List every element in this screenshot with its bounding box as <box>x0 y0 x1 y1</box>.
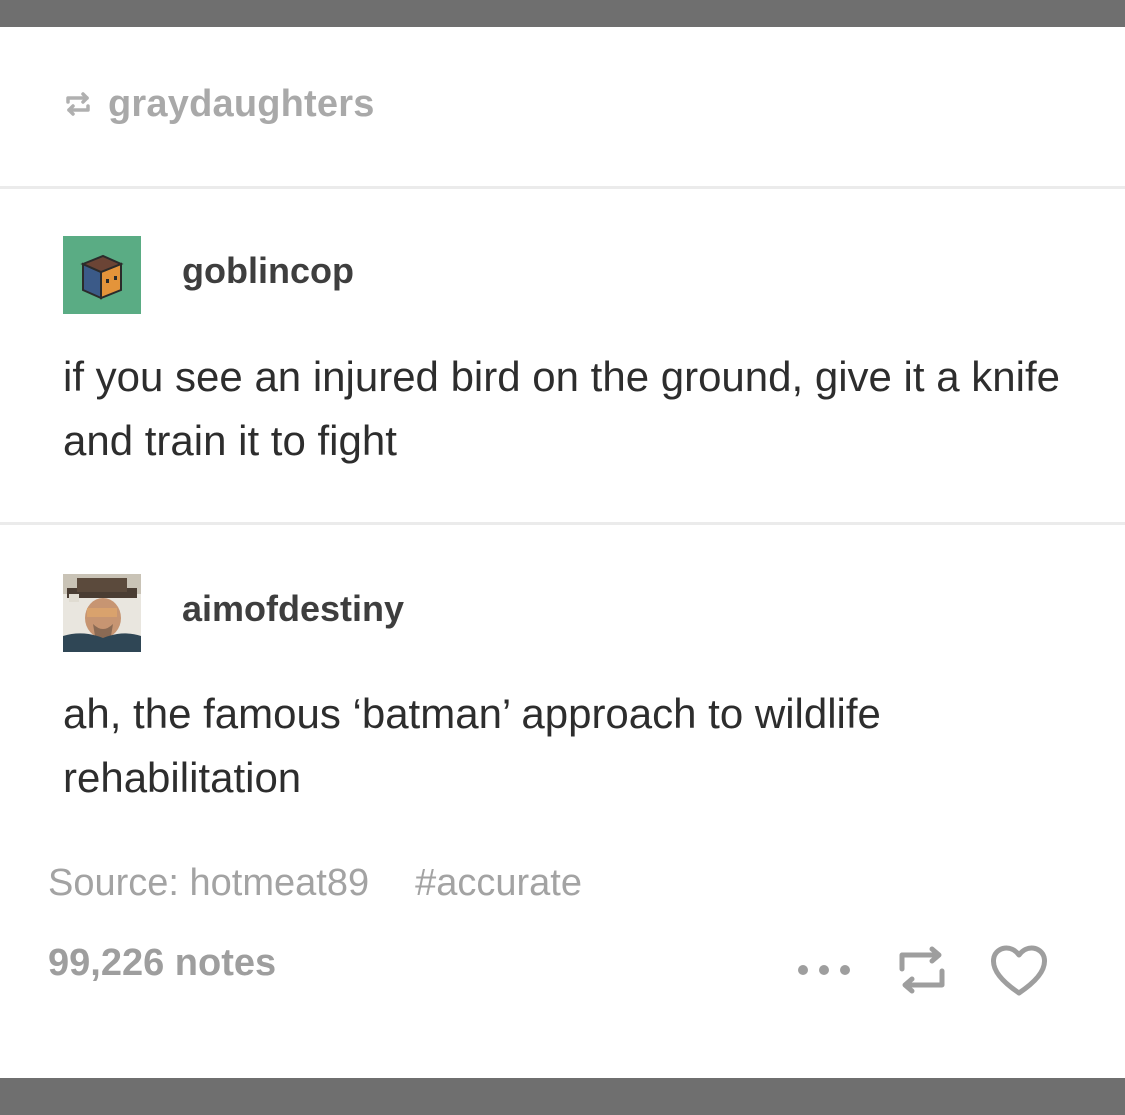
top-frame-bar <box>0 0 1125 27</box>
reblogged-from-username[interactable]: graydaughters <box>108 83 375 126</box>
reblog-icon[interactable] <box>888 940 956 1000</box>
tag-link[interactable]: #accurate <box>415 862 582 905</box>
source-link[interactable]: Source: hotmeat89 <box>48 862 369 905</box>
post-actions <box>790 940 1052 1000</box>
post-body-text: ah, the famous ‘batman’ approach to wild… <box>63 690 881 801</box>
bottom-frame-bar <box>0 1078 1125 1115</box>
divider <box>0 186 1125 189</box>
post-meta: Source: hotmeat89 #accurate <box>48 862 582 905</box>
heart-icon[interactable] <box>986 940 1052 1000</box>
notes-count[interactable]: 99,226 notes <box>48 942 276 985</box>
reblog-small-icon <box>60 89 96 119</box>
post-username[interactable]: goblincop <box>182 250 354 292</box>
aimofdestiny-avatar[interactable] <box>63 574 141 652</box>
reblog-header: graydaughters <box>60 82 375 126</box>
divider <box>0 522 1125 525</box>
goblincop-avatar[interactable] <box>63 236 141 314</box>
post-body-text: if you see an injured bird on the ground… <box>63 353 1060 464</box>
more-options-icon[interactable] <box>790 940 858 1000</box>
post-username[interactable]: aimofdestiny <box>182 588 404 630</box>
